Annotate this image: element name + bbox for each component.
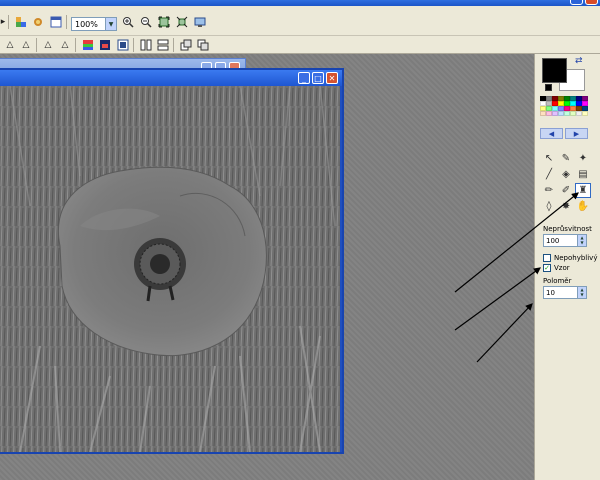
- pattern-checkbox[interactable]: ✓: [543, 264, 551, 272]
- image-canvas[interactable]: [0, 85, 340, 453]
- partial-icon[interactable]: ▸: [0, 15, 6, 29]
- tools-grid: ↖ ✎ ✦ ╱ ◈ ▤ ✏ ✐ ♜ ◊ ✸ ✋: [541, 151, 593, 214]
- swap-colors-icon[interactable]: ⇄: [575, 56, 583, 66]
- zoom-in-icon[interactable]: [121, 15, 135, 29]
- main-toolbar: ▸ 100% ▼: [0, 6, 600, 36]
- undo-icon[interactable]: △: [3, 38, 17, 52]
- zoom-select[interactable]: 100% ▼: [71, 17, 117, 31]
- brush-tool-icon[interactable]: ✐: [558, 183, 574, 198]
- antialias-label: Nepohyblivý: [554, 254, 598, 262]
- palette-next-icon[interactable]: ▶: [565, 128, 588, 139]
- select-tool-icon[interactable]: ↖: [541, 151, 557, 166]
- radius-value: 10: [546, 289, 555, 297]
- opacity-value: 100: [546, 237, 560, 245]
- palette-swatch[interactable]: [582, 111, 588, 116]
- clone-stamp-tool-icon[interactable]: ♜: [575, 183, 591, 198]
- close-button[interactable]: [585, 0, 598, 5]
- redo-icon[interactable]: △: [19, 38, 33, 52]
- actual-size-icon[interactable]: [175, 15, 189, 29]
- pattern-label: Vzor: [554, 264, 570, 272]
- chevron-down-icon[interactable]: ▼: [105, 18, 116, 30]
- crop-icon[interactable]: [14, 15, 28, 29]
- separator: [66, 15, 67, 29]
- separator: [133, 38, 134, 52]
- flip-horizontal-icon[interactable]: △: [41, 38, 55, 52]
- document-titlebar[interactable]: _ □ ✕: [0, 70, 342, 86]
- primary-color-swatch[interactable]: [542, 58, 567, 83]
- window-icon[interactable]: [49, 15, 63, 29]
- radius-input[interactable]: 10 ▲ ▼: [543, 286, 587, 299]
- zoom-out-icon[interactable]: [139, 15, 153, 29]
- poppy-photo: [0, 85, 340, 453]
- magic-wand-tool-icon[interactable]: ✦: [575, 151, 591, 166]
- text-tool-icon[interactable]: ▤: [575, 167, 591, 182]
- close-icon[interactable]: ✕: [326, 72, 338, 84]
- secondary-toolbar: △ △ △ △: [0, 36, 600, 54]
- minimize-icon[interactable]: _: [298, 72, 310, 84]
- duplicate-layer-icon[interactable]: [196, 38, 210, 52]
- separator: [8, 15, 9, 29]
- fill-tool-icon[interactable]: ◈: [558, 167, 574, 182]
- fullscreen-icon[interactable]: [193, 15, 207, 29]
- opacity-input[interactable]: 100 ▲ ▼: [543, 234, 587, 247]
- tool-panel: ⇄ ◀ ▶ ↖ ✎ ✦ ╱ ◈ ▤ ✏ ✐ ♜ ◊ ✸ ✋ Neprůsvitn…: [534, 54, 600, 480]
- zoom-value: 100%: [75, 19, 98, 29]
- grayscale-icon[interactable]: [116, 38, 130, 52]
- antialias-checkbox[interactable]: [543, 254, 551, 262]
- effects-icon[interactable]: [31, 15, 45, 29]
- pencil-tool-icon[interactable]: ✏: [541, 183, 557, 198]
- spinner-arrows-icon[interactable]: ▲ ▼: [577, 235, 586, 246]
- flip-vertical-icon[interactable]: △: [58, 38, 72, 52]
- levels-icon[interactable]: [98, 38, 112, 52]
- zoom-fit-icon[interactable]: [157, 15, 171, 29]
- separator: [75, 38, 76, 52]
- line-tool-icon[interactable]: ╱: [541, 167, 557, 182]
- restore-button[interactable]: [570, 0, 583, 5]
- color-palette[interactable]: [540, 96, 588, 116]
- palette-prev-icon[interactable]: ◀: [540, 128, 563, 139]
- blur-tool-icon[interactable]: ◊: [541, 199, 557, 214]
- maximize-icon[interactable]: □: [312, 72, 324, 84]
- radius-label: Poloměr: [543, 277, 572, 285]
- adjust-colors-icon[interactable]: [81, 38, 95, 52]
- eraser-tool-icon[interactable]: ✸: [558, 199, 574, 214]
- rows-icon[interactable]: [156, 38, 170, 52]
- layers-icon[interactable]: [179, 38, 193, 52]
- opacity-label: Neprůsvitnost: [543, 225, 592, 233]
- image-document-window[interactable]: _ □ ✕: [0, 68, 344, 454]
- reset-colors-icon[interactable]: [545, 84, 552, 91]
- columns-icon[interactable]: [139, 38, 153, 52]
- eyedropper-tool-icon[interactable]: ✎: [558, 151, 574, 166]
- hand-tool-icon[interactable]: ✋: [575, 199, 591, 214]
- separator: [36, 38, 37, 52]
- spinner-arrows-icon[interactable]: ▲ ▼: [577, 287, 586, 298]
- separator: [173, 38, 174, 52]
